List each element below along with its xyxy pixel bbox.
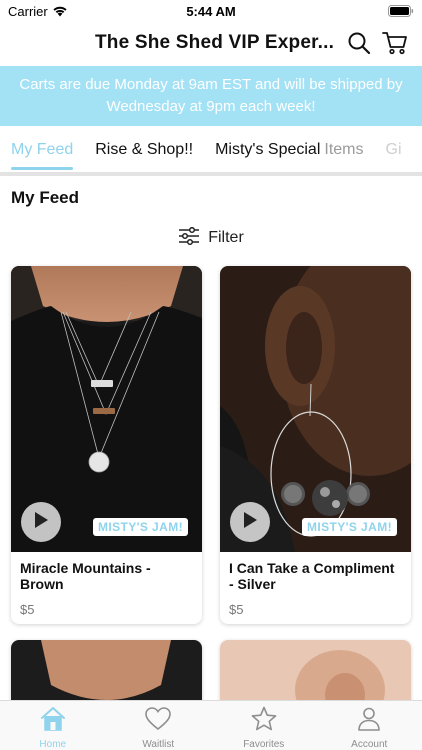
home-icon [39, 706, 67, 737]
play-video-button[interactable] [21, 502, 61, 542]
play-icon [242, 511, 258, 534]
status-right [274, 5, 414, 17]
tab-favorites[interactable]: Favorites [211, 701, 317, 750]
app-title: The She Shed VIP Exper... [95, 32, 335, 53]
tab-favorites-label: Favorites [243, 739, 285, 750]
product-price: $5 [229, 602, 244, 617]
product-image-necklace: MISTY'S JAM! [11, 266, 202, 552]
filter-label: Filter [208, 229, 244, 246]
status-left: Carrier [8, 4, 148, 19]
filter-button[interactable]: Filter [0, 226, 422, 250]
mistys-jam-badge: MISTY'S JAM! [302, 518, 397, 536]
category-tabs: My Feed Rise & Shop!! Misty's Special It… [0, 128, 422, 172]
tab-rise-and-shop[interactable]: Rise & Shop!! [95, 128, 193, 172]
search-button[interactable] [344, 30, 374, 60]
tab-home-label: Home [39, 739, 67, 750]
tab-gifts-partial[interactable]: Gi [386, 128, 402, 172]
person-icon [355, 706, 383, 737]
shipping-banner: Carts are due Monday at 9am EST and will… [0, 66, 422, 126]
play-icon [33, 511, 49, 534]
tab-mistys-special-items[interactable]: Misty's Special Items [215, 128, 363, 172]
wifi-icon [52, 5, 68, 17]
tab-mistys-items-label: Items [324, 141, 364, 158]
tab-waitlist[interactable]: Waitlist [106, 701, 212, 750]
mistys-jam-badge: MISTY'S JAM! [93, 518, 188, 536]
feed-title: My Feed [11, 188, 80, 207]
star-icon [250, 706, 278, 737]
app-header: The She Shed VIP Exper... [0, 24, 422, 64]
product-image-earring: MISTY'S JAM! [220, 266, 411, 552]
cart-icon [382, 30, 408, 61]
tabs-divider [0, 172, 422, 176]
search-icon [347, 31, 371, 60]
cart-button[interactable] [380, 30, 410, 60]
product-card[interactable]: MISTY'S JAM! I Can Take a Compliment - S… [220, 266, 411, 624]
tab-waitlist-label: Waitlist [142, 739, 175, 750]
play-video-button[interactable] [230, 502, 270, 542]
status-bar: Carrier 5:44 AM [0, 0, 422, 22]
status-time: 5:44 AM [186, 3, 236, 19]
product-card[interactable]: MISTY'S JAM! Miracle Mountains - Brown $… [11, 266, 202, 624]
product-info: Miracle Mountains - Brown $5 [11, 552, 202, 624]
tab-account-label: Account [351, 739, 388, 750]
carrier-label: Carrier [8, 3, 48, 19]
product-info: I Can Take a Compliment - Silver $5 [220, 552, 411, 624]
heart-icon [144, 706, 172, 737]
tab-account[interactable]: Account [317, 701, 422, 750]
tab-home[interactable]: Home [0, 701, 106, 750]
filter-icon [178, 226, 200, 250]
bottom-tab-bar: Home Waitlist Favorites Account [0, 700, 422, 750]
battery-icon [388, 5, 414, 17]
tab-my-feed[interactable]: My Feed [11, 128, 74, 172]
product-title: Miracle Mountains - Brown [20, 560, 151, 592]
product-price: $5 [20, 602, 35, 617]
product-title: I Can Take a Compliment - Silver [229, 560, 395, 592]
banner-text: Carts are due Monday at 9am EST and will… [19, 76, 403, 115]
tab-mistys-special-label: Misty's Special [215, 141, 321, 158]
